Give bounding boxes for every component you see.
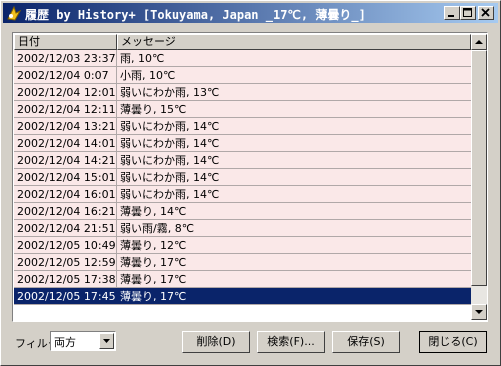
cell-divider [116, 169, 117, 185]
scroll-down-button[interactable] [471, 304, 487, 320]
list-item[interactable]: 2002/12/04 12:01 弱いにわか雨, 13℃ [14, 84, 471, 101]
cell-divider [116, 118, 117, 134]
filter-value: 両方 [54, 336, 76, 349]
row-message: 薄曇り, 12℃ [120, 239, 187, 252]
column-header-message[interactable]: メッセージ [117, 34, 471, 50]
history-window: 履歴 by History+ [Tokuyama, Japan _17℃, 薄曇… [0, 0, 501, 366]
cell-divider [116, 254, 117, 270]
search-button[interactable]: 検索(F)... [257, 331, 325, 353]
row-date: 2002/12/04 14:01 [17, 137, 116, 150]
row-message: 薄曇り, 17℃ [120, 256, 187, 269]
cell-divider [116, 67, 117, 83]
cell-divider [116, 288, 117, 304]
row-date: 2002/12/05 17:38 [17, 273, 116, 286]
close-button[interactable]: 閉じる(C) [419, 331, 487, 353]
row-date: 2002/12/03 23:37 [17, 52, 116, 65]
maximize-icon [463, 8, 472, 17]
list-item[interactable]: 2002/12/05 17:45 薄曇り, 17℃ [14, 288, 471, 305]
cell-divider [116, 152, 117, 168]
arrow-down-icon [475, 310, 483, 314]
row-message: 小雨, 10℃ [120, 69, 176, 82]
minimize-button[interactable] [444, 6, 460, 20]
row-date: 2002/12/04 15:01 [17, 171, 116, 184]
row-message: 雨, 10℃ [120, 52, 165, 65]
list-item[interactable]: 2002/12/05 12:59 薄曇り, 17℃ [14, 254, 471, 271]
cell-divider [116, 237, 117, 253]
filter-dropdown[interactable]: 両方 [50, 331, 116, 351]
row-date: 2002/12/04 21:51 [17, 222, 116, 235]
scroll-thumb[interactable] [471, 50, 487, 286]
row-date: 2002/12/05 12:59 [17, 256, 116, 269]
list-item[interactable]: 2002/12/04 14:01 弱いにわか雨, 14℃ [14, 135, 471, 152]
list-item[interactable]: 2002/12/04 16:01 弱いにわか雨, 14℃ [14, 186, 471, 203]
maximize-button[interactable] [460, 6, 476, 20]
scroll-up-button[interactable] [471, 34, 487, 50]
row-message: 弱いにわか雨, 14℃ [120, 171, 220, 184]
delete-button[interactable]: 削除(D) [182, 331, 250, 353]
row-message: 薄曇り, 17℃ [120, 273, 187, 286]
row-message: 弱いにわか雨, 14℃ [120, 188, 220, 201]
row-date: 2002/12/04 14:21 [17, 154, 116, 167]
row-date: 2002/12/04 12:01 [17, 86, 116, 99]
list-item[interactable]: 2002/12/05 10:49 薄曇り, 12℃ [14, 237, 471, 254]
row-message: 弱いにわか雨, 13℃ [120, 86, 220, 99]
cell-divider [116, 186, 117, 202]
list-item[interactable]: 2002/12/05 17:38 薄曇り, 17℃ [14, 271, 471, 288]
list-header: 日付 メッセージ [14, 34, 471, 50]
cell-divider [116, 84, 117, 100]
list-item[interactable]: 2002/12/03 23:37 雨, 10℃ [14, 50, 471, 67]
list-rows: 2002/12/03 23:37 雨, 10℃ 2002/12/04 0:07 小雨,… [14, 50, 471, 305]
title-bar[interactable]: 履歴 by History+ [Tokuyama, Japan _17℃, 薄曇… [3, 3, 498, 23]
row-message: 薄曇り, 14℃ [120, 205, 187, 218]
row-message: 薄曇り, 17℃ [120, 290, 187, 303]
row-message: 弱いにわか雨, 14℃ [120, 137, 220, 150]
row-message: 薄曇り, 15℃ [120, 103, 187, 116]
row-message: 弱い雨/霧, 8℃ [120, 222, 195, 235]
chevron-down-icon [103, 339, 110, 343]
row-date: 2002/12/05 10:49 [17, 239, 116, 252]
minimize-icon [448, 15, 454, 17]
arrow-up-icon [475, 40, 483, 44]
window-title: 履歴 by History+ [Tokuyama, Japan _17℃, 薄曇… [25, 8, 366, 22]
list-item[interactable]: 2002/12/04 14:21 弱いにわか雨, 14℃ [14, 152, 471, 169]
close-icon [481, 8, 490, 17]
cell-divider [116, 101, 117, 117]
list-item[interactable]: 2002/12/04 21:51 弱い雨/霧, 8℃ [14, 220, 471, 237]
row-date: 2002/12/04 12:11 [17, 103, 116, 116]
dropdown-button[interactable] [99, 333, 114, 349]
row-date: 2002/12/04 16:21 [17, 205, 116, 218]
history-list[interactable]: 日付 メッセージ 2002/12/03 23:37 雨, 10℃ 2002/12/0… [12, 32, 488, 322]
cell-divider [116, 135, 117, 151]
list-item[interactable]: 2002/12/04 16:21 薄曇り, 14℃ [14, 203, 471, 220]
list-item[interactable]: 2002/12/04 13:21 弱いにわか雨, 14℃ [14, 118, 471, 135]
column-header-date[interactable]: 日付 [14, 34, 117, 50]
row-message: 弱いにわか雨, 14℃ [120, 120, 220, 133]
cell-divider [116, 50, 117, 66]
save-button[interactable]: 保存(S) [332, 331, 400, 353]
row-date: 2002/12/04 16:01 [17, 188, 116, 201]
list-item[interactable]: 2002/12/04 12:11 薄曇り, 15℃ [14, 101, 471, 118]
row-date: 2002/12/04 13:21 [17, 120, 116, 133]
list-item[interactable]: 2002/12/04 0:07 小雨, 10℃ [14, 67, 471, 84]
cell-divider [116, 271, 117, 287]
cell-divider [116, 220, 117, 236]
close-window-button[interactable] [478, 6, 494, 20]
row-message: 弱いにわか雨, 14℃ [120, 154, 220, 167]
row-date: 2002/12/05 17:45 [17, 290, 116, 303]
list-item[interactable]: 2002/12/04 15:01 弱いにわか雨, 14℃ [14, 169, 471, 186]
vertical-scrollbar[interactable] [471, 34, 487, 320]
app-icon [6, 5, 22, 21]
cell-divider [116, 203, 117, 219]
row-date: 2002/12/04 0:07 [17, 69, 109, 82]
